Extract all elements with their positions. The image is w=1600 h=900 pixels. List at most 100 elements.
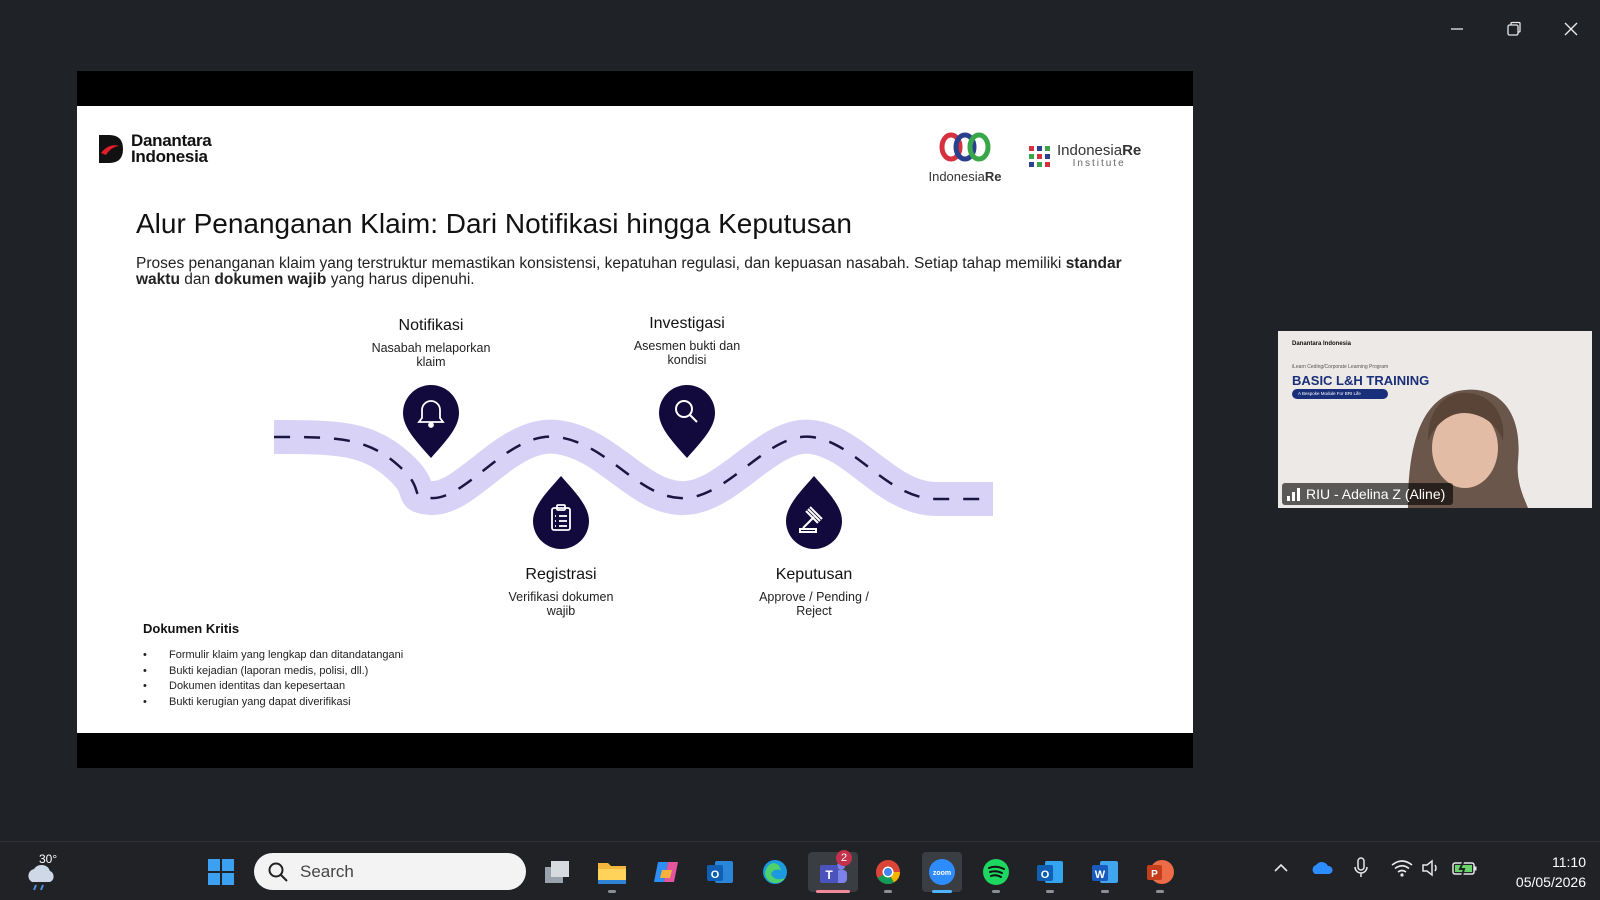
wifi-icon [1391,860,1413,877]
svg-text:T: T [825,868,833,882]
taskbar-powerpoint[interactable]: P [1140,852,1180,893]
speaker-icon [1422,859,1437,877]
running-indicator [1101,890,1109,893]
close-icon [1564,22,1578,36]
stage-desc: Asesmen bukti dan kondisi [633,339,741,367]
onedrive-icon [1312,862,1333,874]
restore-button[interactable] [1494,14,1534,44]
onedrive-tray[interactable] [1310,860,1334,881]
folder-icon [598,863,626,884]
spotify-icon [983,859,1009,885]
shared-screen: Danantara Indonesia IndonesiaRe Indonesi… [77,71,1193,768]
list-item: Bukti kerugian yang dapat diverifikasi [143,695,403,711]
taskbar-copilot[interactable] [646,852,686,892]
minimize-button[interactable] [1437,14,1477,44]
taskbar-chrome[interactable] [868,852,908,893]
wifi-tray[interactable] [1391,859,1413,882]
signal-strength-icon [1287,488,1300,501]
participant-figure [1408,389,1528,508]
taskbar-word[interactable]: W [1085,852,1125,893]
stage-notifikasi: Notifikasi Nasabah melaporkan klaim [351,317,511,369]
weather-temp: 30° [39,852,58,866]
running-indicator [608,890,616,893]
restore-icon [1507,21,1521,36]
task-view-icon [545,861,569,883]
chrome-icon [876,860,900,885]
svg-text:W: W [1095,869,1106,881]
marker-notifikasi [403,385,459,458]
stage-title: Registrasi [525,566,597,583]
running-indicator [884,890,892,893]
microphone-icon [1354,857,1368,877]
stage-title: Investigasi [649,315,725,332]
participant-name-tag: RIU - Adelina Z (Aline) [1282,483,1454,505]
stage-desc: Approve / Pending / Reject [759,590,869,618]
marker-investigasi [659,385,715,458]
list-item: Dokumen identitas dan kepesertaan [143,679,403,695]
active-indicator [816,890,850,893]
battery-tray[interactable] [1452,859,1478,882]
minimize-icon [1451,28,1463,30]
docs-list: Formulir klaim yang lengkap dan ditandat… [143,648,403,710]
weather-widget[interactable]: 30° [22,850,62,894]
svg-text:zoom: zoom [933,870,951,877]
running-indicator [992,890,1000,893]
teams-badge: 2 [836,850,852,866]
running-indicator [1156,890,1164,893]
outlook-new-icon: O [1037,861,1063,883]
active-indicator [932,890,952,893]
participant-video-tile[interactable]: Danantara Indonesia iLearn Ceding/Corpor… [1278,331,1592,508]
stage-investigasi: Investigasi Asesmen bukti dan kondisi [607,315,767,367]
stage-registrasi: Registrasi Verifikasi dokumen wajib [481,566,641,618]
road-band [273,419,993,516]
stage-desc: Verifikasi dokumen wajib [508,590,614,618]
show-hidden-icons-button[interactable] [1273,860,1289,881]
svg-text:O: O [1041,869,1050,881]
microphone-tray[interactable] [1353,857,1369,884]
stage-title: Keputusan [775,566,853,583]
stage-title: Notifikasi [398,317,464,334]
marker-keputusan [786,476,842,549]
list-item: Bukti kejadian (laporan medis, polisi, d… [143,664,403,680]
start-button[interactable] [201,852,241,892]
docs-heading: Dokumen Kritis [143,621,240,636]
close-button[interactable] [1551,14,1591,44]
svg-text:O: O [711,869,720,881]
taskbar: 30° Search O T 2 zoom O W P 11:10 05/05/… [0,841,1600,900]
taskbar-edge[interactable] [755,852,795,892]
copilot-icon [654,862,678,882]
clock-time: 11:10 [1552,854,1586,870]
search-icon [268,862,288,882]
taskbar-clock[interactable]: 11:10 05/05/2026 [1488,852,1586,892]
taskbar-spotify[interactable] [976,852,1016,893]
presentation-slide: Danantara Indonesia IndonesiaRe Indonesi… [77,106,1193,733]
zoom-icon: zoom [929,859,955,885]
word-icon: W [1092,861,1118,883]
outlook-icon: O [707,861,733,883]
cloud-rain-icon [28,864,54,891]
windows-icon [208,859,234,885]
critical-docs: Dokumen Kritis Formulir klaim yang lengk… [143,621,403,710]
taskbar-zoom[interactable]: zoom [922,852,962,893]
taskbar-file-explorer[interactable] [592,852,632,893]
stage-desc: Nasabah melaporkan klaim [371,341,491,369]
list-item: Formulir klaim yang lengkap dan ditandat… [143,648,403,664]
taskbar-teams[interactable]: T 2 [808,850,858,893]
svg-text:P: P [1151,869,1158,880]
taskbar-outlook-classic[interactable]: O [700,852,740,892]
taskbar-search[interactable]: Search [254,853,526,890]
taskbar-outlook-new[interactable]: O [1030,852,1070,893]
participant-name: RIU - Adelina Z (Aline) [1306,486,1446,502]
app-window: Danantara Indonesia IndonesiaRe Indonesi… [0,0,1600,841]
marker-registrasi [533,476,589,549]
task-view-button[interactable] [537,852,577,892]
search-placeholder: Search [300,861,354,881]
stage-keputusan: Keputusan Approve / Pending / Reject [734,566,894,618]
powerpoint-icon: P [1147,860,1174,884]
edge-icon [763,860,787,884]
chevron-up-icon [1274,863,1288,872]
clock-date: 05/05/2026 [1515,874,1586,890]
volume-tray[interactable] [1421,859,1441,882]
battery-charging-icon [1452,859,1477,877]
running-indicator [1046,890,1054,893]
